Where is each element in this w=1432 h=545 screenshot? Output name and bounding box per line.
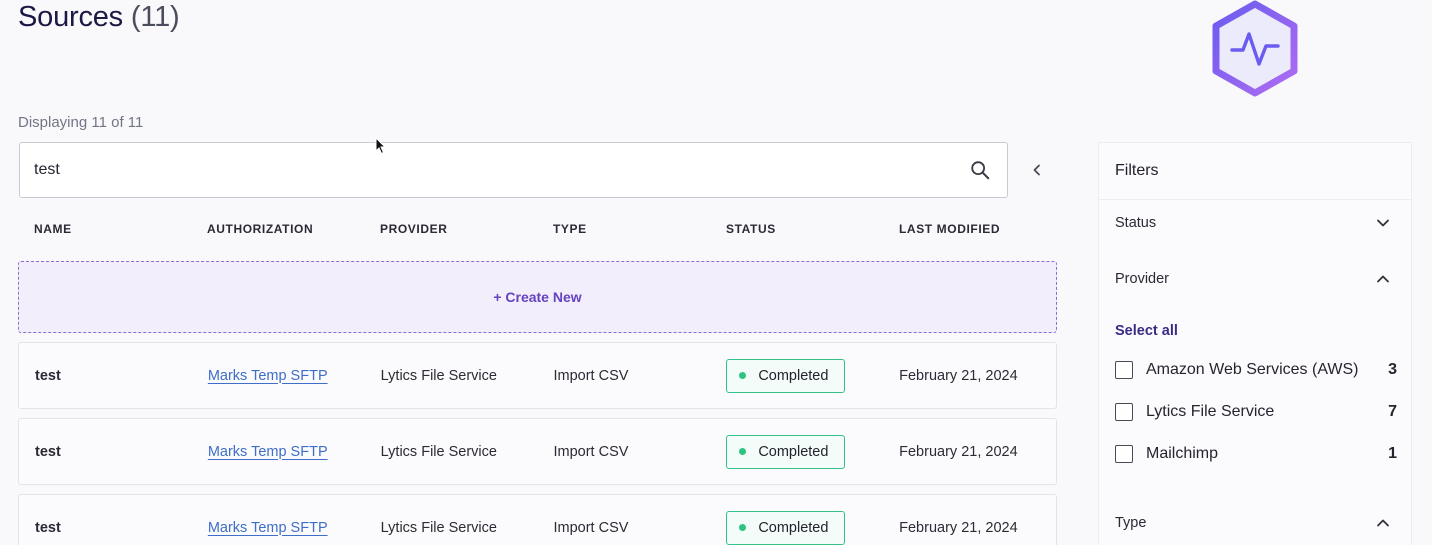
chevron-down-icon <box>1377 219 1389 227</box>
chevron-left-icon <box>1033 164 1040 176</box>
authorization-link[interactable]: Marks Temp SFTP <box>208 368 328 384</box>
select-all-link[interactable]: Select all <box>1115 323 1178 339</box>
provider-option-label: Mailchimp <box>1146 445 1219 462</box>
row-provider: Lytics File Service <box>380 367 497 384</box>
provider-checkbox[interactable] <box>1115 361 1133 379</box>
column-header-last-modified[interactable]: LAST MODIFIED <box>883 222 1056 240</box>
authorization-link[interactable]: Marks Temp SFTP <box>208 444 328 460</box>
row-name: test <box>35 367 61 384</box>
provider-checkbox[interactable] <box>1115 403 1133 421</box>
authorization-link[interactable]: Marks Temp SFTP <box>208 520 328 536</box>
row-name: test <box>35 519 61 536</box>
column-header-name[interactable]: NAME <box>18 222 191 240</box>
page-title-text: Sources <box>18 1 123 33</box>
search-icon[interactable] <box>969 159 991 181</box>
table-header: NAME AUTHORIZATION PROVIDER TYPE STATUS … <box>18 222 1057 240</box>
row-type: Import CSV <box>553 443 629 460</box>
mouse-cursor-icon <box>375 137 387 155</box>
table-row[interactable]: test Marks Temp SFTP Lytics File Service… <box>18 342 1057 409</box>
filter-section-provider[interactable]: Provider <box>1099 267 1411 291</box>
provider-option-count: 7 <box>1388 403 1397 420</box>
filter-section-status[interactable]: Status <box>1099 211 1411 235</box>
provider-option-label: Amazon Web Services (AWS) <box>1146 361 1359 378</box>
filters-panel: Filters Status Provider Select all Amazo… <box>1098 142 1412 545</box>
status-dot-icon <box>739 372 747 379</box>
status-badge: Completed <box>726 510 846 545</box>
row-provider: Lytics File Service <box>380 519 497 536</box>
table-row[interactable]: test Marks Temp SFTP Lytics File Service… <box>18 494 1057 545</box>
row-last-modified: February 21, 2024 <box>899 443 1018 460</box>
status-text: Completed <box>758 443 829 460</box>
page-title-count: (11) <box>130 1 180 33</box>
pulse-hexagon-logo-icon <box>1210 0 1300 97</box>
filter-section-label: Provider <box>1115 271 1169 287</box>
provider-option[interactable]: Lytics File Service 7 <box>1115 400 1397 424</box>
column-header-type[interactable]: TYPE <box>537 222 710 240</box>
page-title: Sources (11) <box>18 1 180 34</box>
collapse-filters-button[interactable] <box>1027 160 1047 180</box>
status-text: Completed <box>758 367 829 384</box>
row-provider: Lytics File Service <box>380 443 497 460</box>
filter-section-type[interactable]: Type <box>1099 511 1411 535</box>
status-dot-icon <box>739 524 747 531</box>
provider-option[interactable]: Mailchimp 1 <box>1115 442 1397 466</box>
provider-option-count: 1 <box>1388 445 1397 462</box>
sources-page: Sources (11) Displaying 11 of 11 NAME <box>0 0 1432 545</box>
provider-checkbox[interactable] <box>1115 445 1133 463</box>
filter-section-label: Status <box>1115 215 1157 231</box>
status-text: Completed <box>758 519 829 536</box>
filters-title: Filters <box>1099 143 1411 200</box>
filter-section-label: Type <box>1115 515 1147 531</box>
search-input[interactable] <box>20 143 969 197</box>
row-last-modified: February 21, 2024 <box>899 519 1018 536</box>
provider-option[interactable]: Amazon Web Services (AWS) 3 <box>1115 358 1397 382</box>
status-badge: Completed <box>726 358 846 393</box>
chevron-up-icon <box>1377 275 1389 283</box>
table-row[interactable]: test Marks Temp SFTP Lytics File Service… <box>18 418 1057 485</box>
chevron-up-icon <box>1377 519 1389 527</box>
column-header-status[interactable]: STATUS <box>710 222 883 240</box>
provider-option-count: 3 <box>1388 361 1397 378</box>
row-name: test <box>35 443 61 460</box>
provider-option-label: Lytics File Service <box>1146 403 1275 420</box>
create-new-button[interactable]: + Create New <box>18 261 1057 333</box>
status-badge: Completed <box>726 434 846 469</box>
row-type: Import CSV <box>553 367 629 384</box>
column-header-authorization[interactable]: AUTHORIZATION <box>191 222 364 240</box>
row-type: Import CSV <box>553 519 629 536</box>
status-dot-icon <box>739 448 747 455</box>
search-box <box>19 142 1008 198</box>
row-last-modified: February 21, 2024 <box>899 367 1018 384</box>
displaying-count: Displaying 11 of 11 <box>18 114 144 131</box>
column-header-provider[interactable]: PROVIDER <box>364 222 537 240</box>
